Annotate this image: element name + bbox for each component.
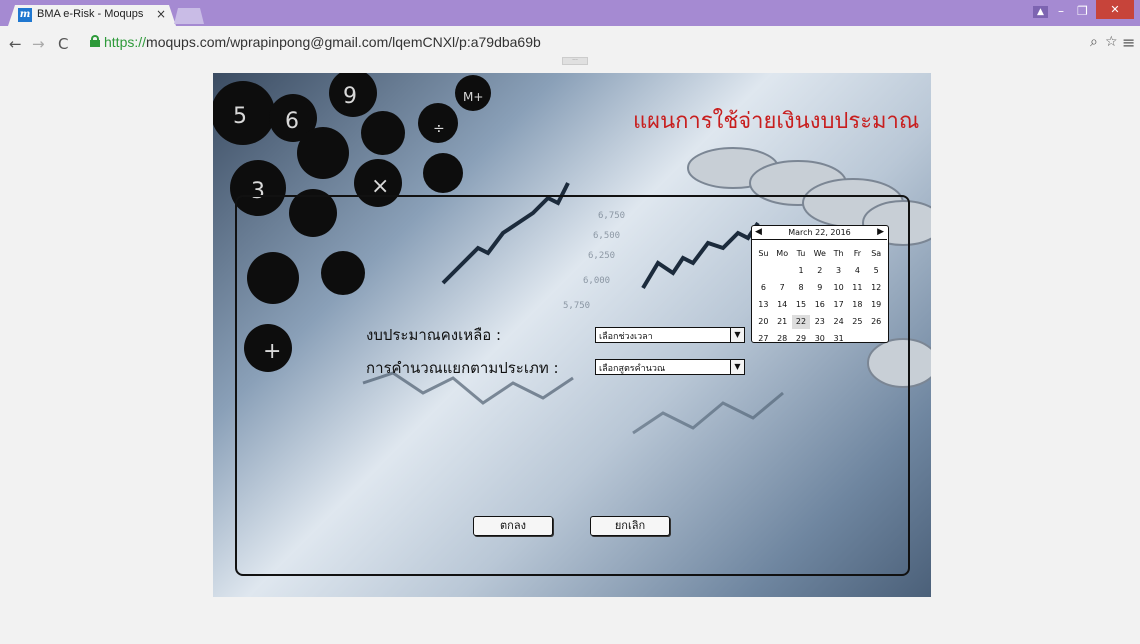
calendar-day[interactable]: 21	[773, 315, 792, 329]
period-select[interactable]: เลือกช่วงเวลา ▼	[595, 327, 745, 343]
calendar-day[interactable]: 5	[867, 264, 886, 278]
minimize-icon[interactable]: –	[1058, 4, 1064, 18]
calendar-day[interactable]: 23	[810, 315, 829, 329]
zoom-icon[interactable]: ⌕	[1090, 34, 1098, 50]
calendar-day[interactable]: 13	[754, 298, 773, 312]
chevron-down-icon[interactable]: ▼	[730, 328, 744, 342]
close-window-icon[interactable]: ✕	[1096, 0, 1134, 19]
forward-icon[interactable]: →	[32, 35, 45, 53]
calendar-day[interactable]: 11	[848, 281, 867, 295]
svg-text:÷: ÷	[433, 121, 445, 137]
calendar-weekday: Mo	[776, 249, 789, 258]
url-text[interactable]: https://moqups.com/wprapinpong@gmail.com…	[104, 34, 541, 50]
calendar-day[interactable]: 6	[754, 281, 773, 295]
svg-text:9: 9	[343, 84, 357, 109]
page-title: แผนการใช้จ่ายเงินงบประมาณ	[633, 109, 920, 134]
menu-icon[interactable]: ≡	[1122, 33, 1135, 52]
calendar-day[interactable]: 9	[810, 281, 829, 295]
restore-icon[interactable]: ❐	[1077, 4, 1088, 18]
calendar-empty-cell	[867, 332, 886, 346]
calendar-day[interactable]: 7	[773, 281, 792, 295]
calendar-day[interactable]: 24	[829, 315, 848, 329]
user-profile-icon[interactable]: ▲	[1033, 6, 1048, 18]
calendar-day[interactable]: 17	[829, 298, 848, 312]
calendar-weekday: Th	[833, 249, 844, 258]
calendar-day[interactable]: 28	[773, 332, 792, 346]
cancel-button[interactable]: ยกเลิก	[590, 516, 670, 536]
calendar-empty-cell	[848, 332, 867, 346]
budget-remaining-label: งบประมาณคงเหลือ :	[366, 326, 502, 344]
calendar-day[interactable]: 22	[791, 315, 811, 329]
tab-close-icon[interactable]: ×	[156, 7, 166, 21]
calendar-weekday: Su	[758, 249, 769, 258]
period-select-value: เลือกช่วงเวลา	[599, 332, 653, 342]
calculation-type-label: การคำนวณแยกตามประเภท :	[366, 359, 559, 377]
calendar-month-title: March 22, 2016	[788, 228, 851, 237]
url-path: moqups.com/wprapinpong@gmail.com/lqemCNX…	[146, 34, 541, 50]
calendar-day[interactable]: 16	[810, 298, 829, 312]
calendar-weekday: Fr	[853, 249, 862, 258]
new-tab-button[interactable]	[174, 8, 204, 24]
back-icon[interactable]: ←	[9, 35, 22, 53]
calendar-day[interactable]: 4	[848, 264, 867, 278]
calendar-weekday: Sa	[871, 249, 882, 258]
calendar-next-icon[interactable]: ▶	[877, 227, 884, 237]
calendar-empty-cell	[754, 264, 773, 278]
calendar-day[interactable]: 25	[848, 315, 867, 329]
url-scheme: https://	[104, 34, 147, 50]
calendar-day[interactable]: 8	[792, 281, 811, 295]
calendar-empty-cell	[773, 264, 792, 278]
calendar-day[interactable]: 2	[810, 264, 829, 278]
calendar-day[interactable]: 10	[829, 281, 848, 295]
reload-icon[interactable]: C	[58, 35, 68, 53]
calendar-day[interactable]: 26	[867, 315, 886, 329]
canvas-drag-handle[interactable]: ···	[562, 57, 588, 65]
calendar-day[interactable]: 20	[754, 315, 773, 329]
date-picker-calendar[interactable]: ◀ March 22, 2016 ▶ Su Mo Tu We Th Fr Sa 1 2 3 4 5 6 7…	[751, 225, 889, 343]
calendar-day[interactable]: 15	[792, 298, 811, 312]
calendar-weekday: We	[813, 249, 826, 258]
svg-text:M+: M+	[463, 90, 483, 104]
svg-text:5: 5	[233, 104, 247, 129]
calendar-day[interactable]: 12	[867, 281, 886, 295]
calendar-day[interactable]: 18	[848, 298, 867, 312]
ok-button[interactable]: ตกลง	[473, 516, 553, 536]
calendar-grid: Su Mo Tu We Th Fr Sa 1 2 3 4 5 6 7 8 9 10 11 12 13 14 15 16 17 1…	[754, 247, 886, 346]
calendar-day[interactable]: 29	[792, 332, 811, 346]
calendar-header: ◀ March 22, 2016 ▶	[752, 226, 887, 240]
moqups-favicon-icon: m	[18, 8, 32, 22]
calendar-day[interactable]: 30	[810, 332, 829, 346]
lock-icon	[90, 35, 100, 47]
calendar-day[interactable]: 14	[773, 298, 792, 312]
calendar-weekday: Tu	[796, 249, 806, 258]
calendar-day[interactable]: 19	[867, 298, 886, 312]
chevron-down-icon[interactable]: ▼	[730, 360, 744, 374]
calendar-day[interactable]: 3	[829, 264, 848, 278]
mockup-canvas: 569 3 × + ÷ M+ 6,750 6,500 6,250 6,000 5,750 แ…	[213, 73, 931, 597]
svg-text:6: 6	[285, 109, 299, 134]
calendar-day[interactable]: 31	[829, 332, 848, 346]
tab-title: BMA e-Risk - Moqups	[37, 8, 144, 20]
calendar-day[interactable]: 1	[792, 264, 811, 278]
calendar-day[interactable]: 27	[754, 332, 773, 346]
formula-select[interactable]: เลือกสูตรคำนวณ ▼	[595, 359, 745, 375]
star-icon[interactable]: ☆	[1105, 34, 1118, 50]
formula-select-value: เลือกสูตรคำนวณ	[599, 364, 666, 374]
